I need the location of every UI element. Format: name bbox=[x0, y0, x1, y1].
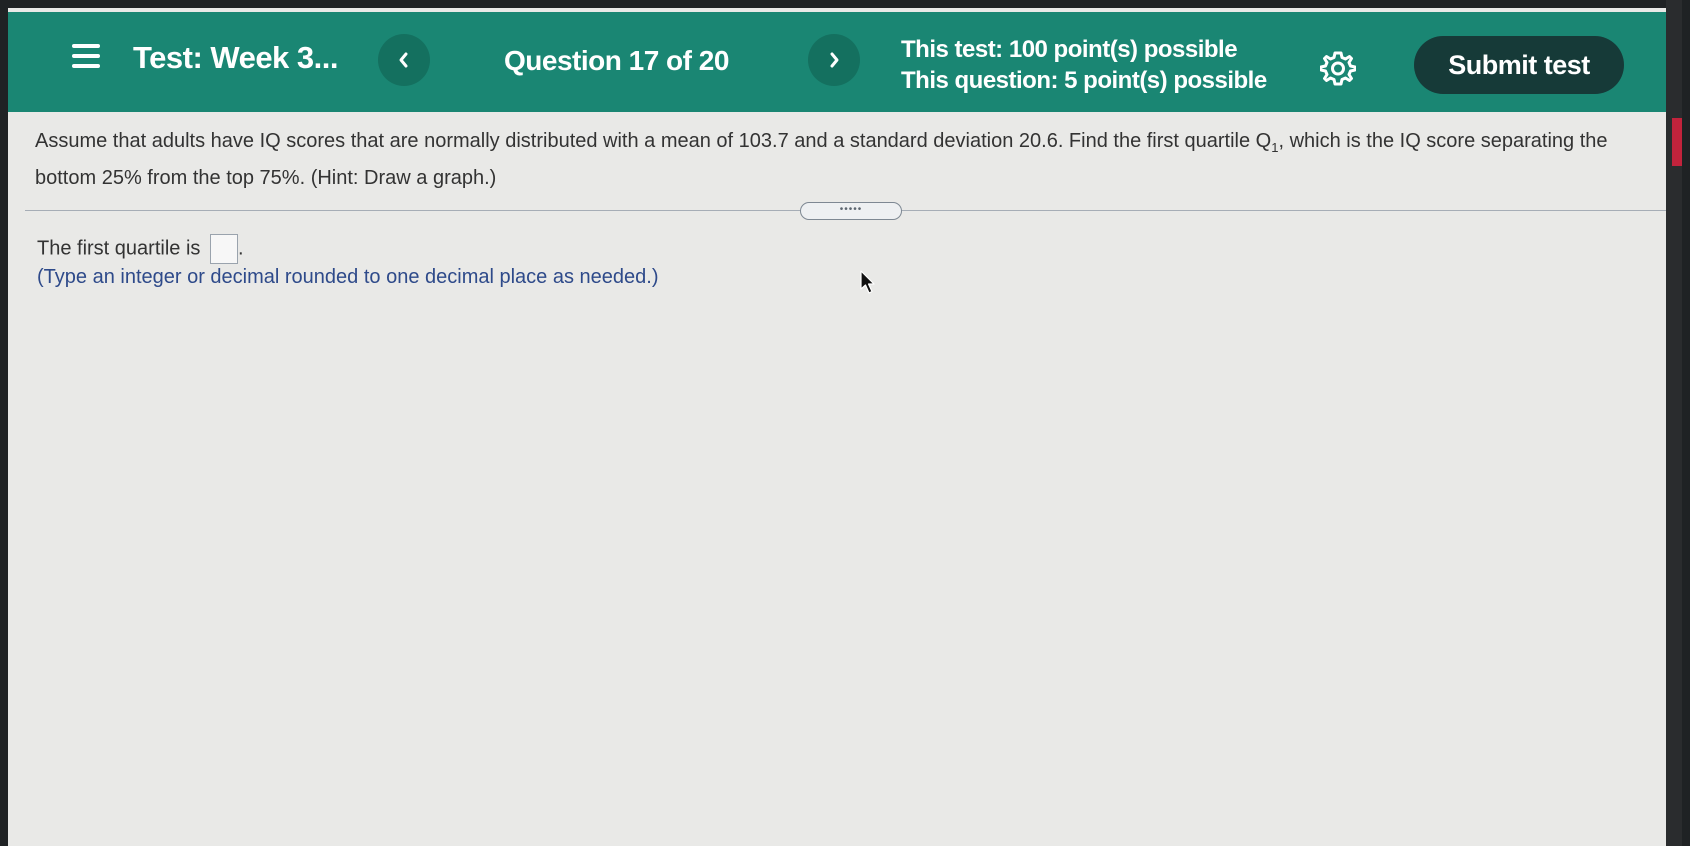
points-info: This test: 100 point(s) possible This qu… bbox=[901, 34, 1267, 96]
bezel-red-mark bbox=[1672, 118, 1682, 166]
question-text: Assume that adults have IQ scores that a… bbox=[35, 126, 1635, 193]
gear-icon[interactable] bbox=[1320, 50, 1356, 86]
chevron-right-icon bbox=[830, 52, 839, 68]
test-screen: Test: Week 3... Question 17 of 20 This t… bbox=[8, 8, 1676, 846]
question-points-text: This question: 5 point(s) possible bbox=[901, 67, 1267, 94]
answer-prompt: The first quartile is bbox=[37, 237, 201, 260]
hamburger-menu-icon[interactable] bbox=[72, 44, 102, 70]
question-counter[interactable]: Question 17 of 20 bbox=[504, 45, 729, 77]
pane-resize-handle[interactable]: ••••• bbox=[800, 202, 902, 220]
test-points-text: This test: 100 point(s) possible bbox=[901, 36, 1238, 63]
mouse-pointer-icon bbox=[860, 270, 875, 294]
question-text-main: Assume that adults have IQ scores that a… bbox=[35, 130, 1272, 152]
answer-line: The first quartile is . bbox=[37, 234, 244, 264]
answer-suffix: . bbox=[237, 237, 244, 260]
chevron-left-icon bbox=[399, 52, 408, 68]
previous-question-button[interactable] bbox=[378, 34, 430, 86]
next-question-button[interactable] bbox=[808, 34, 860, 86]
answer-hint: (Type an integer or decimal rounded to o… bbox=[37, 266, 659, 288]
submit-test-button[interactable]: Submit test bbox=[1414, 36, 1624, 94]
answer-input-box[interactable] bbox=[209, 234, 238, 264]
test-header-bar: Test: Week 3... Question 17 of 20 This t… bbox=[8, 12, 1676, 112]
test-title[interactable]: Test: Week 3... bbox=[133, 40, 339, 76]
